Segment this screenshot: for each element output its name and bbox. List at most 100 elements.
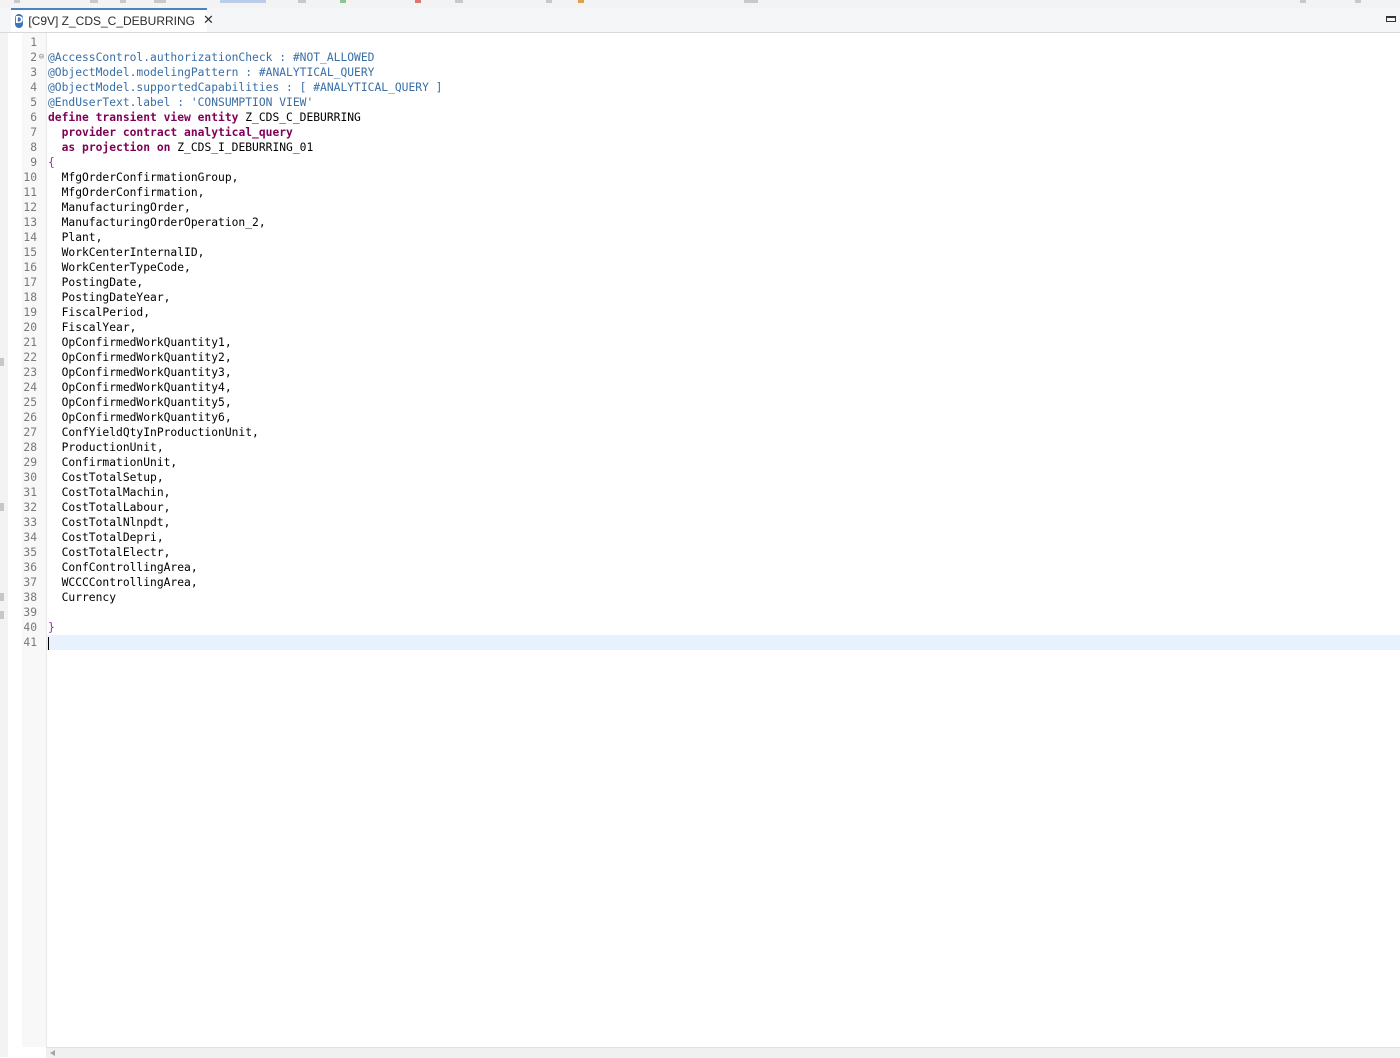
- left-panel-edge: [0, 33, 8, 1057]
- code-line[interactable]: 20 FiscalYear,: [22, 320, 1400, 335]
- code-line[interactable]: 35 CostTotalElectr,: [22, 545, 1400, 560]
- code-text: OpConfirmedWorkQuantity3,: [48, 365, 232, 380]
- line-number: 7: [30, 126, 37, 139]
- code-text: WorkCenterInternalID,: [48, 245, 205, 260]
- close-icon[interactable]: ✕: [203, 14, 214, 28]
- code-line[interactable]: 9{: [22, 155, 1400, 170]
- code-line[interactable]: 1: [22, 35, 1400, 50]
- code-line[interactable]: 12 ManufacturingOrder,: [22, 200, 1400, 215]
- line-number: 4: [30, 81, 37, 94]
- line-number: 10: [23, 171, 37, 184]
- code-text: ConfirmationUnit,: [48, 455, 178, 470]
- code-line[interactable]: 22 OpConfirmedWorkQuantity2,: [22, 350, 1400, 365]
- tab-z-cds-c-deburring[interactable]: D [C9V] Z_CDS_C_DEBURRING ✕: [11, 8, 214, 32]
- line-number: 14: [23, 231, 37, 244]
- scroll-left-arrow-icon[interactable]: [50, 1050, 55, 1056]
- code-lines[interactable]: 1 2 ⊖ @AccessControl.authorizationCheck : #…: [22, 33, 1400, 650]
- code-line[interactable]: 17 PostingDate,: [22, 275, 1400, 290]
- identifier-token: CostTotalMachin,: [48, 486, 171, 499]
- code-text: define transient view entity Z_CDS_C_DEB…: [48, 110, 361, 125]
- tab-title: [C9V] Z_CDS_C_DEBURRING: [28, 14, 196, 28]
- code-line[interactable]: 3 @ObjectModel.modelingPattern : #ANALYTI…: [22, 65, 1400, 80]
- code-line[interactable]: 5 @EndUserText.label : 'CONSUMPTION VIEW': [22, 95, 1400, 110]
- code-line[interactable]: 41: [22, 635, 1400, 650]
- code-line[interactable]: 39: [22, 605, 1400, 620]
- line-number: 32: [23, 501, 37, 514]
- code-line[interactable]: 14 Plant,: [22, 230, 1400, 245]
- line-number: 11: [23, 186, 37, 199]
- code-line[interactable]: 23 OpConfirmedWorkQuantity3,: [22, 365, 1400, 380]
- annotation-token: @EndUserText.label : 'CONSUMPTION VIEW': [48, 96, 314, 109]
- line-number: 41: [23, 636, 37, 649]
- code-line[interactable]: 21 OpConfirmedWorkQuantity1,: [22, 335, 1400, 350]
- code-text: @EndUserText.label : 'CONSUMPTION VIEW': [48, 95, 313, 110]
- code-line[interactable]: 36 ConfControllingArea,: [22, 560, 1400, 575]
- code-text: PostingDate,: [48, 275, 144, 290]
- code-line[interactable]: 24 OpConfirmedWorkQuantity4,: [22, 380, 1400, 395]
- code-line[interactable]: 18 PostingDateYear,: [22, 290, 1400, 305]
- identifier-token: [48, 126, 62, 139]
- code-line[interactable]: 27 ConfYieldQtyInProductionUnit,: [22, 425, 1400, 440]
- code-editor[interactable]: 1 2 ⊖ @AccessControl.authorizationCheck : #…: [22, 33, 1400, 1047]
- code-line[interactable]: 11 MfgOrderConfirmation,: [22, 185, 1400, 200]
- code-line[interactable]: 40}: [22, 620, 1400, 635]
- code-line[interactable]: 25 OpConfirmedWorkQuantity5,: [22, 395, 1400, 410]
- minimize-icon[interactable]: [1386, 16, 1396, 22]
- code-line[interactable]: 10 MfgOrderConfirmationGroup,: [22, 170, 1400, 185]
- code-line[interactable]: 15 WorkCenterInternalID,: [22, 245, 1400, 260]
- code-line[interactable]: 32 CostTotalLabour,: [22, 500, 1400, 515]
- line-number: 39: [23, 606, 37, 619]
- code-text: OpConfirmedWorkQuantity1,: [48, 335, 232, 350]
- code-line[interactable]: 19 FiscalPeriod,: [22, 305, 1400, 320]
- code-text: Plant,: [48, 230, 103, 245]
- code-line[interactable]: 28 ProductionUnit,: [22, 440, 1400, 455]
- line-number: 12: [23, 201, 37, 214]
- identifier-token: ConfControllingArea,: [48, 561, 198, 574]
- code-line[interactable]: 4 @ObjectModel.supportedCapabilities : [ …: [22, 80, 1400, 95]
- fold-toggle-icon[interactable]: ⊖: [37, 50, 46, 65]
- identifier-token: CostTotalNlnpdt,: [48, 516, 171, 529]
- identifier-token: PostingDateYear,: [48, 291, 171, 304]
- code-line[interactable]: 30 CostTotalSetup,: [22, 470, 1400, 485]
- code-line[interactable]: 16 WorkCenterTypeCode,: [22, 260, 1400, 275]
- code-text: CostTotalElectr,: [48, 545, 171, 560]
- code-line[interactable]: 33 CostTotalNlnpdt,: [22, 515, 1400, 530]
- line-number: 21: [23, 336, 37, 349]
- identifier-token: CostTotalLabour,: [48, 501, 171, 514]
- code-line[interactable]: 31 CostTotalMachin,: [22, 485, 1400, 500]
- line-number: 6: [30, 111, 37, 124]
- line-number: 40: [23, 621, 37, 634]
- line-number: 33: [23, 516, 37, 529]
- code-line[interactable]: 37 WCCCControllingArea,: [22, 575, 1400, 590]
- code-text: }: [48, 620, 55, 635]
- code-line[interactable]: 8 as projection on Z_CDS_I_DEBURRING_01: [22, 140, 1400, 155]
- code-line[interactable]: 29 ConfirmationUnit,: [22, 455, 1400, 470]
- code-text: MfgOrderConfirmationGroup,: [48, 170, 239, 185]
- keyword-token: provider contract analytical_query: [61, 126, 293, 139]
- code-text: CostTotalDepri,: [48, 530, 164, 545]
- brace-token: {: [48, 156, 55, 169]
- code-text: OpConfirmedWorkQuantity2,: [48, 350, 232, 365]
- code-line[interactable]: 34 CostTotalDepri,: [22, 530, 1400, 545]
- identifier-token: WCCCControllingArea,: [48, 576, 198, 589]
- identifier-token: CostTotalDepri,: [48, 531, 164, 544]
- text-caret: [48, 636, 49, 650]
- horizontal-scrollbar[interactable]: [46, 1047, 1400, 1058]
- code-text: FiscalPeriod,: [48, 305, 150, 320]
- code-line[interactable]: 13 ManufacturingOrderOperation_2,: [22, 215, 1400, 230]
- code-line[interactable]: 2 ⊖ @AccessControl.authorizationCheck : #N…: [22, 50, 1400, 65]
- identifier-token: OpConfirmedWorkQuantity3,: [48, 366, 232, 379]
- line-number: 3: [30, 66, 37, 79]
- code-text: WCCCControllingArea,: [48, 575, 198, 590]
- code-line[interactable]: 7 provider contract analytical_query: [22, 125, 1400, 140]
- annotation-token: @AccessControl.authorizationCheck : #NOT…: [48, 51, 375, 64]
- identifier-token: WorkCenterTypeCode,: [48, 261, 191, 274]
- code-text: CostTotalNlnpdt,: [48, 515, 171, 530]
- line-number: 26: [23, 411, 37, 424]
- code-line[interactable]: 6 define transient view entity Z_CDS_C_DE…: [22, 110, 1400, 125]
- identifier-token: OpConfirmedWorkQuantity6,: [48, 411, 232, 424]
- code-text: CostTotalMachin,: [48, 485, 171, 500]
- code-line[interactable]: 38 Currency: [22, 590, 1400, 605]
- line-number: 16: [23, 261, 37, 274]
- code-line[interactable]: 26 OpConfirmedWorkQuantity6,: [22, 410, 1400, 425]
